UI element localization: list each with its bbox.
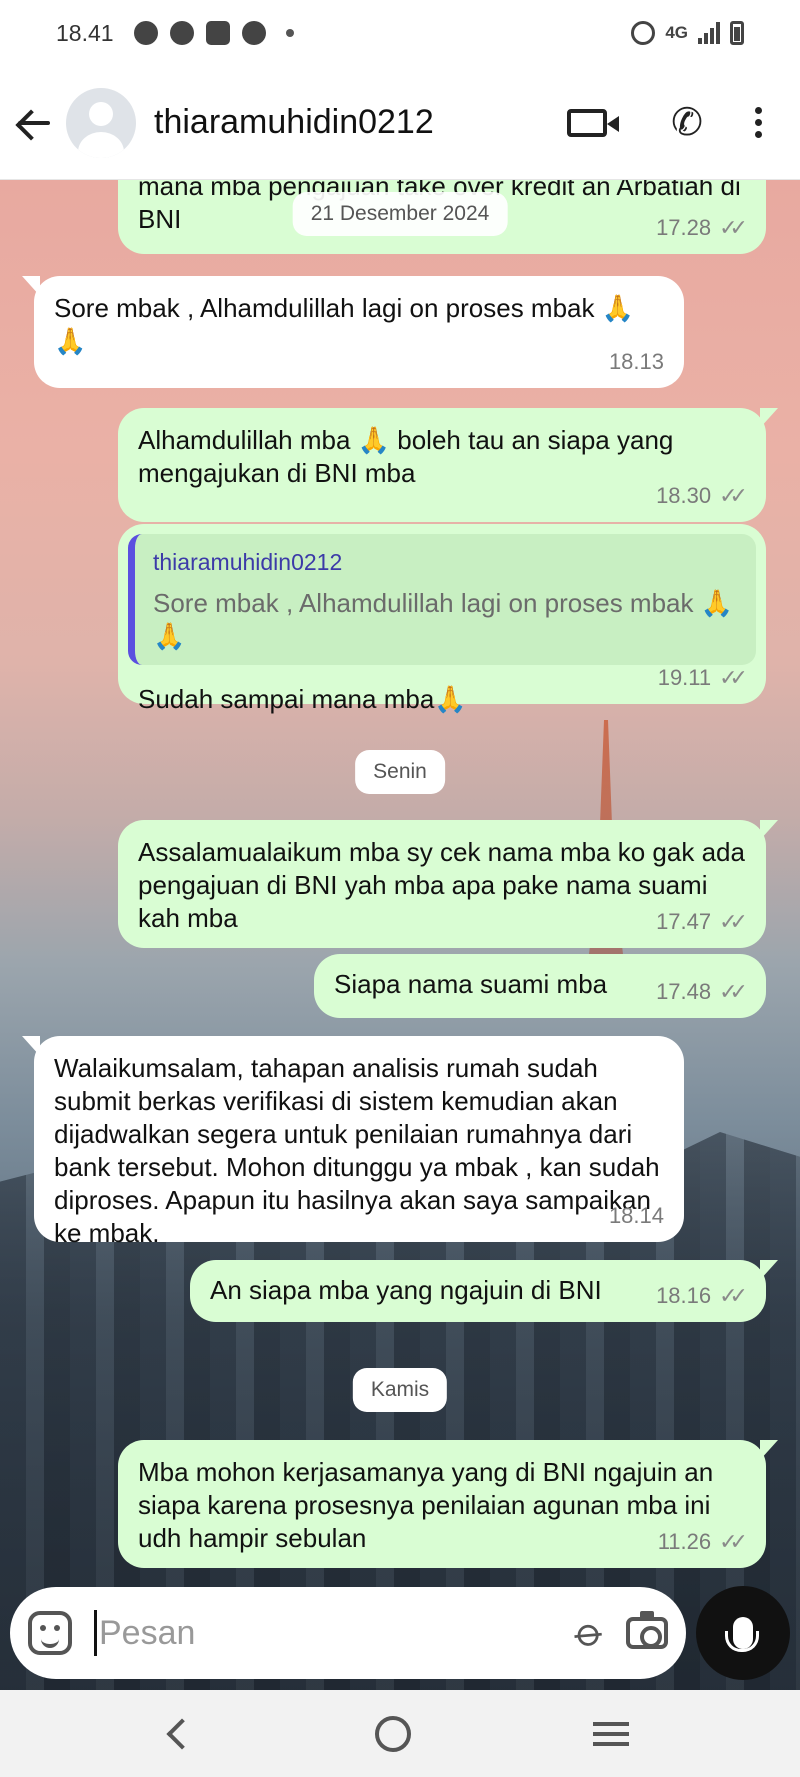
message-text: Alhamdulillah mba 🙏 boleh tau an siapa y… (138, 425, 674, 488)
message-text: Assalamualaikum mba sy cek nama mba ko g… (138, 837, 745, 933)
message-text: Walaikumsalam, tahapan analisis rumah su… (54, 1053, 660, 1248)
message-text: Sore mbak , Alhamdulillah lagi on proses… (54, 293, 635, 356)
message-time: 18.13 (608, 349, 664, 374)
date-chip: Kamis (352, 1368, 448, 1412)
nav-back-icon[interactable] (166, 1717, 198, 1750)
message-time: 17.47 (656, 909, 712, 934)
mic-button[interactable] (696, 1586, 790, 1680)
message-time: 17.48 (656, 979, 712, 1004)
read-ticks-icon: ✓✓ (719, 483, 748, 508)
nav-home-icon[interactable] (375, 1715, 411, 1752)
message-time: 19.11 (657, 665, 712, 690)
message-time: 18.30 (656, 483, 712, 508)
more-icon[interactable] (755, 107, 762, 138)
chat-header: thiaramuhidin0212 ✆ (0, 66, 800, 180)
message-time: 18.14 (608, 1203, 664, 1228)
phone-icon[interactable]: ✆ (671, 104, 703, 142)
quoted-message[interactable]: thiaramuhidin0212 Sore mbak , Alhamdulil… (128, 534, 756, 665)
system-nav-bar (0, 1690, 800, 1777)
back-arrow-icon[interactable] (14, 103, 54, 143)
sticker-icon[interactable] (28, 1611, 72, 1655)
read-ticks-icon: ✓✓ (719, 979, 748, 1004)
contact-name[interactable]: thiaramuhidin0212 (154, 103, 434, 142)
facebook-icon (241, 21, 266, 45)
date-chip: 21 Desember 2024 (292, 192, 508, 236)
read-ticks-icon: ✓✓ (719, 215, 748, 240)
battery-icon (730, 21, 744, 45)
status-bar: 18.41 4G (0, 0, 800, 66)
avatar[interactable] (66, 87, 136, 158)
messenger-icon (169, 21, 194, 45)
read-ticks-icon: ✓✓ (719, 1283, 748, 1308)
dot-icon (285, 29, 294, 37)
paperclip-icon[interactable]: ⌀ (566, 1608, 614, 1659)
chat-icon (133, 21, 158, 45)
message-composer: ⌀ (10, 1587, 686, 1679)
message-time: 18.16 (656, 1283, 712, 1308)
message-bubble[interactable]: Alhamdulillah mba 🙏 boleh tau an siapa y… (118, 408, 778, 522)
camera-icon[interactable] (626, 1611, 668, 1649)
read-ticks-icon: ✓✓ (719, 665, 748, 690)
message-bubble[interactable]: Mba mohon kerjasamanya yang di BNI ngaju… (118, 1440, 778, 1568)
mic-icon (725, 1617, 759, 1652)
read-ticks-icon: ✓✓ (719, 1529, 748, 1554)
message-bubble[interactable]: Walaikumsalam, tahapan analisis rumah su… (22, 1036, 684, 1248)
quoted-sender: thiaramuhidin0212 (153, 549, 343, 575)
network-label: 4G (665, 23, 688, 42)
message-bubble[interactable]: Assalamualaikum mba sy cek nama mba ko g… (118, 820, 778, 948)
signal-icon (698, 22, 720, 44)
nav-recents-icon[interactable] (593, 1721, 629, 1746)
read-ticks-icon: ✓✓ (719, 909, 748, 934)
date-chip: Senin (355, 750, 445, 794)
message-input[interactable] (94, 1610, 568, 1656)
message-bubble[interactable]: Siapa nama suami mba 17.48 ✓✓ (314, 954, 766, 1018)
message-bubble[interactable]: An siapa mba yang ngajuin di BNI 18.16 ✓✓ (190, 1260, 778, 1322)
chat-area[interactable]: mana mba pengajuan take over kredit an A… (0, 180, 800, 1690)
video-call-icon[interactable] (567, 108, 608, 137)
message-bubble[interactable]: Sore mbak , Alhamdulillah lagi on proses… (22, 276, 684, 388)
mail-icon (205, 21, 230, 45)
status-time: 18.41 (56, 19, 114, 46)
message-time: 17.28 (656, 215, 712, 240)
quoted-text: Sore mbak , Alhamdulillah lagi on proses… (153, 588, 734, 651)
message-bubble[interactable]: thiaramuhidin0212 Sore mbak , Alhamdulil… (118, 524, 766, 714)
alarm-icon (631, 21, 656, 45)
message-time: 11.26 (657, 1529, 712, 1554)
message-text: Mba mohon kerjasamanya yang di BNI ngaju… (138, 1457, 714, 1553)
